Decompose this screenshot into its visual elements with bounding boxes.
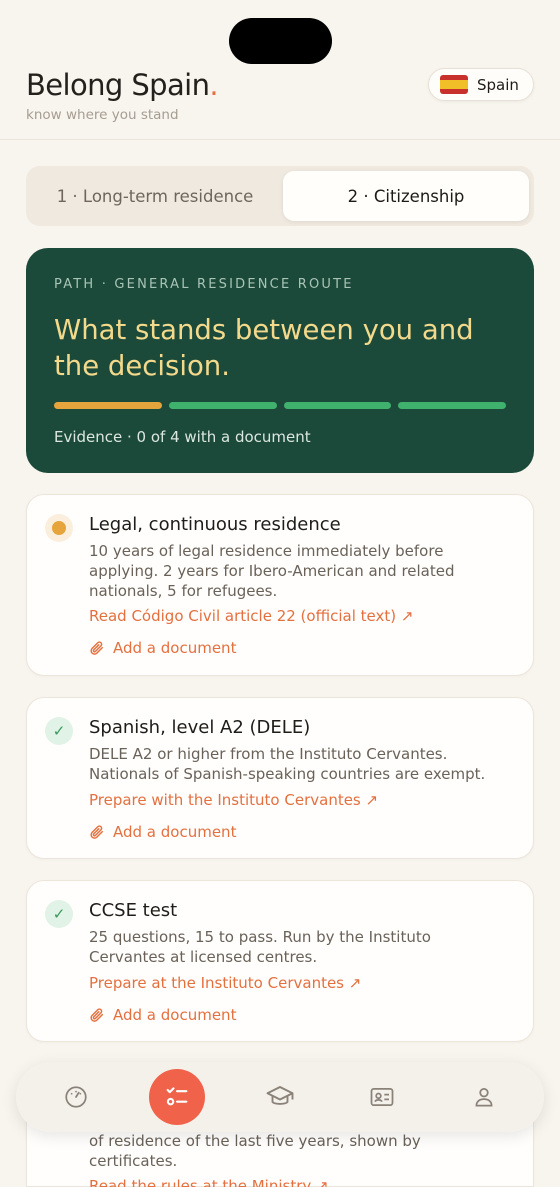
requirement-title: CCSE test xyxy=(89,900,178,921)
ministry-link[interactable]: Read the rules at the Ministry ↗ xyxy=(89,1177,329,1187)
evidence-count: Evidence · 0 of 4 with a document xyxy=(54,428,311,446)
paperclip-icon xyxy=(90,641,104,655)
country-label: Spain xyxy=(477,75,519,94)
country-selector[interactable]: Spain xyxy=(428,68,534,101)
requirement-description: of residence of the last five years, sho… xyxy=(89,1132,421,1170)
requirement-description: 10 years of legal residence immediately … xyxy=(89,542,455,600)
requirement-title: Spanish, level A2 (DELE) xyxy=(89,717,311,738)
bottom-tab-bar xyxy=(16,1062,544,1132)
gauge-icon xyxy=(65,1086,87,1108)
tab-long-term-residence[interactable]: 1 · Long-term residence xyxy=(31,171,279,221)
tab-checklist[interactable] xyxy=(149,1069,205,1125)
add-document-button[interactable]: Add a document xyxy=(89,1006,236,1024)
requirement-card[interactable]: ✓ CCSE test 25 questions, 15 to pass. Ru… xyxy=(26,880,534,1042)
requirement-card[interactable]: Legal, continuous residence 10 years of … xyxy=(26,494,534,676)
path-segmented-control: 1 · Long-term residence 2 · Citizenship xyxy=(26,166,534,226)
id-card-icon xyxy=(370,1087,394,1107)
tab-overview[interactable] xyxy=(48,1069,104,1125)
paperclip-icon xyxy=(90,825,104,839)
tab-profile[interactable] xyxy=(456,1069,512,1125)
check-icon: ✓ xyxy=(45,717,73,745)
path-headline: What stands between you and the decision… xyxy=(54,314,474,382)
progress-segment xyxy=(398,402,506,409)
brand-title: Belong Spain. xyxy=(26,68,219,102)
evidence-progress xyxy=(54,402,506,409)
progress-segment xyxy=(168,402,277,409)
tab-learn[interactable] xyxy=(252,1069,308,1125)
brand-tagline: know where you stand xyxy=(26,107,179,123)
add-document-button[interactable]: Add a document xyxy=(89,823,236,841)
requirement-description: 25 questions, 15 to pass. Run by the Ins… xyxy=(89,928,431,966)
add-document-button[interactable]: Add a document xyxy=(89,639,236,657)
requirement-description: DELE A2 or higher from the Instituto Cer… xyxy=(89,745,486,783)
tab-citizenship[interactable]: 2 · Citizenship xyxy=(283,171,529,221)
checklist-icon xyxy=(166,1087,188,1106)
prepare-link[interactable]: Prepare with the Instituto Cervantes ↗ xyxy=(89,791,378,809)
requirement-title: Legal, continuous residence xyxy=(89,514,341,535)
path-kicker: PATH · GENERAL RESIDENCE ROUTE xyxy=(54,277,354,292)
official-text-link[interactable]: Read Código Civil article 22 (official t… xyxy=(89,607,413,625)
user-icon xyxy=(475,1088,493,1107)
progress-segment xyxy=(54,402,162,409)
prepare-link[interactable]: Prepare at the Instituto Cervantes ↗ xyxy=(89,974,361,992)
spain-flag-icon xyxy=(440,75,468,94)
app-header: Belong Spain. know where you stand Spain xyxy=(0,0,560,140)
progress-segment xyxy=(283,402,392,409)
tab-documents[interactable] xyxy=(354,1069,410,1125)
requirement-card[interactable]: ✓ Spanish, level A2 (DELE) DELE A2 or hi… xyxy=(26,697,534,859)
pending-status-icon xyxy=(45,514,73,542)
graduation-cap-icon xyxy=(266,1086,294,1105)
paperclip-icon xyxy=(90,1008,104,1022)
check-icon: ✓ xyxy=(45,900,73,928)
